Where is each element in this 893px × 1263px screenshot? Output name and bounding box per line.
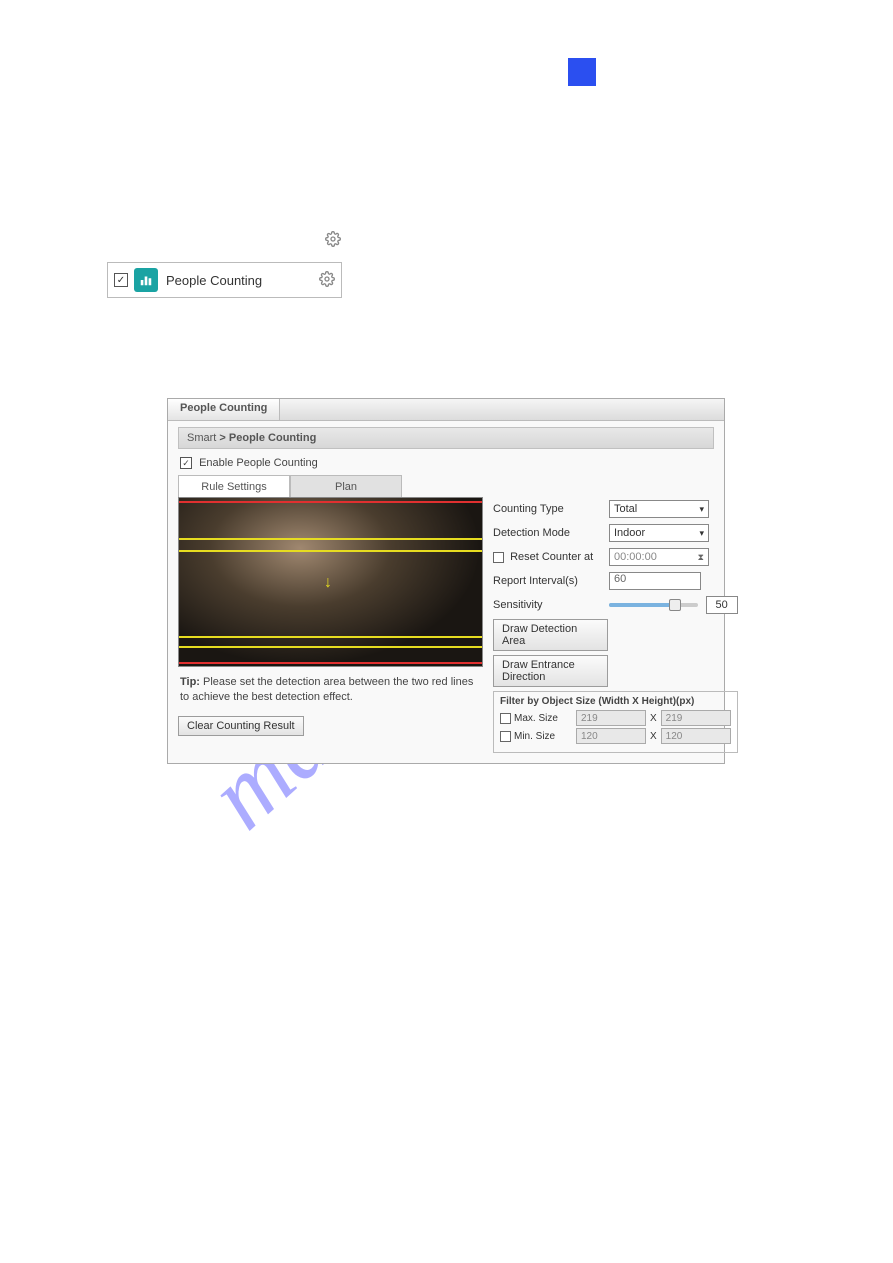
draw-detection-area-button[interactable]: Draw Detection Area: [493, 619, 608, 651]
detection-mode-label: Detection Mode: [493, 527, 609, 539]
breadcrumb: Smart > People Counting: [178, 427, 714, 449]
min-size-checkbox[interactable]: [500, 731, 511, 742]
feature-checkbox[interactable]: ✓: [114, 273, 128, 287]
enable-people-counting-row: ✓ Enable People Counting: [178, 453, 714, 475]
min-height-input[interactable]: 120: [661, 728, 731, 744]
dialog-tabbar: People Counting: [168, 399, 724, 421]
yellow-line-4: [179, 646, 482, 648]
detection-mode-select[interactable]: Indoor ▾: [609, 524, 709, 542]
chevron-down-icon: ▾: [699, 504, 704, 515]
report-interval-label: Report Interval(s): [493, 575, 609, 587]
blue-square-marker: [568, 58, 596, 86]
yellow-line-2: [179, 550, 482, 552]
tip-text: Please set the detection area between th…: [180, 676, 473, 703]
dialog-title-tab[interactable]: People Counting: [168, 399, 280, 420]
direction-arrow-icon: ↓: [324, 574, 332, 592]
x-label: X: [650, 731, 657, 742]
gear-icon[interactable]: [325, 231, 341, 250]
max-height-input[interactable]: 219: [661, 710, 731, 726]
reset-counter-input[interactable]: 00:00:00 ⧗: [609, 548, 709, 566]
max-width-input[interactable]: 219: [576, 710, 646, 726]
gear-icon[interactable]: [319, 271, 335, 290]
yellow-line-1: [179, 538, 482, 540]
report-interval-value: 60: [614, 573, 626, 585]
draw-entrance-direction-button[interactable]: Draw Entrance Direction: [493, 655, 608, 687]
detection-mode-value: Indoor: [614, 527, 645, 539]
yellow-line-3: [179, 636, 482, 638]
people-counting-dialog: People Counting Smart > People Counting …: [167, 398, 725, 764]
counting-type-value: Total: [614, 503, 637, 515]
max-size-label: Max. Size: [514, 713, 576, 724]
subtabs: Rule Settings Plan: [178, 475, 714, 497]
feature-people-counting[interactable]: ✓ People Counting: [107, 262, 342, 298]
slider-thumb[interactable]: [669, 599, 681, 611]
breadcrumb-root[interactable]: Smart: [187, 432, 216, 444]
tip-label: Tip:: [180, 676, 200, 688]
enable-checkbox[interactable]: ✓: [180, 457, 192, 469]
counting-type-label: Counting Type: [493, 503, 609, 515]
reset-counter-checkbox[interactable]: [493, 552, 504, 563]
min-width-input[interactable]: 120: [576, 728, 646, 744]
breadcrumb-sep: >: [219, 432, 225, 444]
sensitivity-value[interactable]: 50: [706, 596, 738, 614]
chevron-down-icon: ▾: [699, 528, 704, 539]
filter-by-object-size: Filter by Object Size (Width X Height)(p…: [493, 691, 738, 753]
clock-icon: ⧗: [698, 552, 704, 563]
filter-title: Filter by Object Size (Width X Height)(p…: [500, 696, 731, 707]
sensitivity-slider[interactable]: [609, 603, 698, 607]
red-line-top: [179, 501, 482, 503]
red-line-bottom: [179, 662, 482, 664]
sensitivity-label: Sensitivity: [493, 599, 609, 611]
tab-rule-settings[interactable]: Rule Settings: [178, 475, 290, 497]
breadcrumb-current: People Counting: [229, 432, 316, 444]
enable-label: Enable People Counting: [199, 457, 318, 469]
x-label: X: [650, 713, 657, 724]
tip-row: Tip: Please set the detection area betwe…: [178, 667, 483, 710]
tab-plan[interactable]: Plan: [290, 475, 402, 497]
max-size-checkbox[interactable]: [500, 713, 511, 724]
min-size-label: Min. Size: [514, 731, 576, 742]
bar-chart-icon: [134, 268, 158, 292]
feature-label: People Counting: [166, 273, 319, 288]
report-interval-input[interactable]: 60: [609, 572, 701, 590]
reset-counter-label: Reset Counter at: [493, 551, 609, 563]
counting-type-select[interactable]: Total ▾: [609, 500, 709, 518]
clear-counting-result-button[interactable]: Clear Counting Result: [178, 716, 304, 736]
video-preview[interactable]: ↓: [178, 497, 483, 667]
reset-counter-value: 00:00:00: [614, 551, 657, 563]
